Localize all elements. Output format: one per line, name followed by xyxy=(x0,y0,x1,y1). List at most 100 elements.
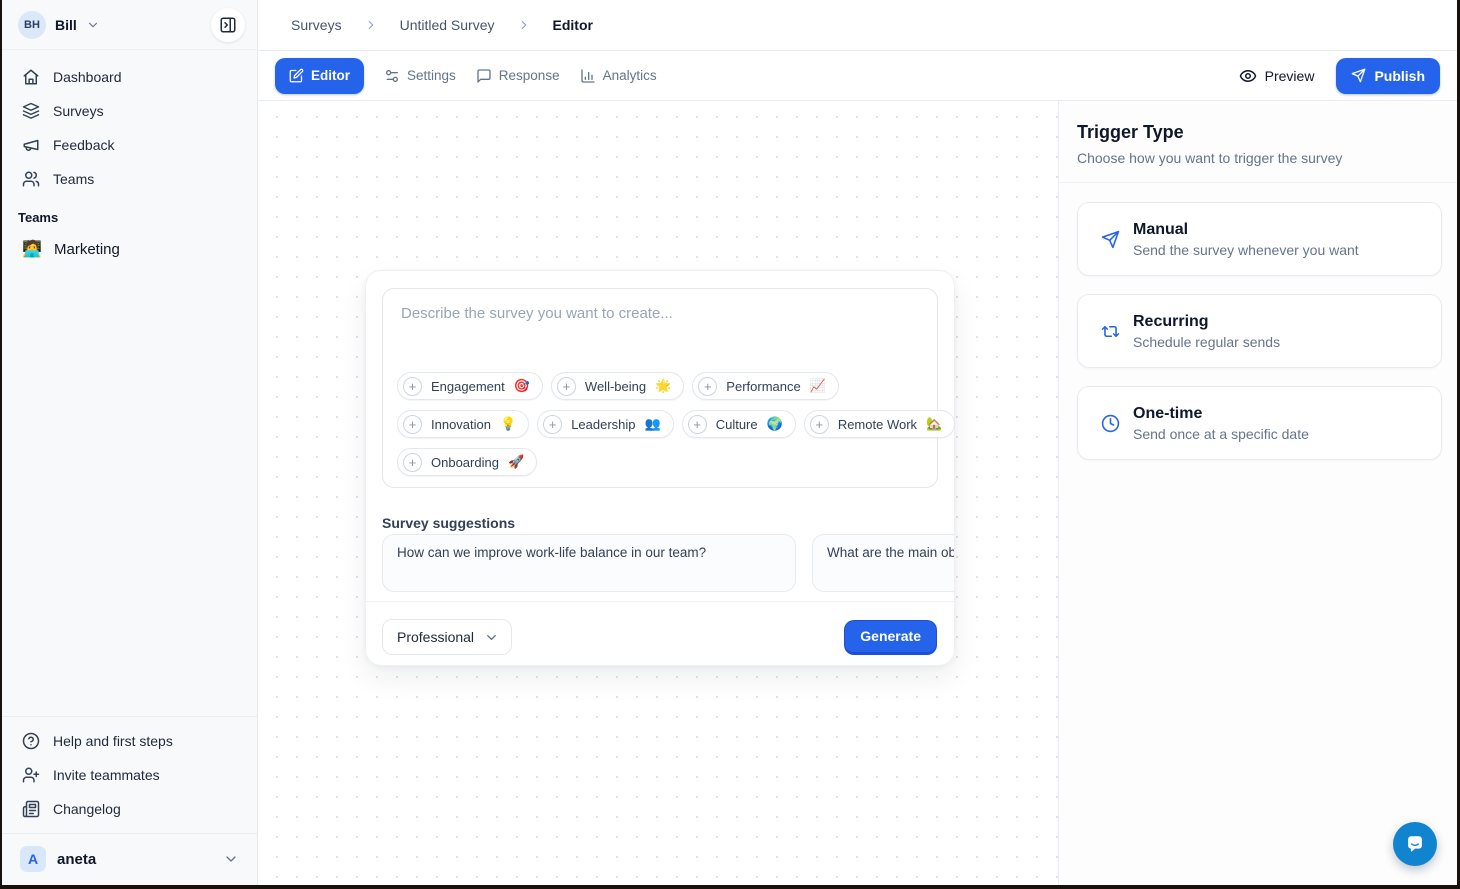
topic-chip-engagement[interactable]: + Engagement 🎯 xyxy=(397,372,543,400)
survey-prompt-input[interactable] xyxy=(383,289,937,369)
suggestions-row: How can we improve work-life balance in … xyxy=(382,534,954,594)
breadcrumb-surveys[interactable]: Surveys xyxy=(291,17,342,33)
sidebar-footer-nav: Help and first steps Invite teammates Ch… xyxy=(2,716,257,833)
chip-label: Performance xyxy=(726,379,800,394)
tab-response[interactable]: Response xyxy=(476,68,560,84)
publish-label: Publish xyxy=(1374,68,1425,84)
option-description: Send the survey whenever you want xyxy=(1133,242,1359,258)
send-icon xyxy=(1101,230,1120,249)
user-plus-icon xyxy=(22,766,40,784)
sidebar-item-changelog[interactable]: Changelog xyxy=(14,792,245,826)
plus-icon: + xyxy=(557,377,576,396)
sidebar-item-dashboard[interactable]: Dashboard xyxy=(14,60,245,94)
option-title: One-time xyxy=(1133,405,1309,423)
home-icon xyxy=(22,68,40,86)
generator-footer: Professional Generate xyxy=(382,619,937,655)
account-menu[interactable]: A aneta xyxy=(14,841,245,877)
sidebar-item-surveys[interactable]: Surveys xyxy=(14,94,245,128)
chevron-right-icon xyxy=(517,18,531,32)
tab-label: Analytics xyxy=(603,68,657,83)
suggestion-card[interactable]: What are the main ob xyxy=(812,534,954,592)
megaphone-icon xyxy=(22,136,40,154)
chip-label: Well-being xyxy=(585,379,646,394)
trigger-option-one-time[interactable]: One-time Send once at a specific date xyxy=(1077,386,1442,460)
topic-chip-onboarding[interactable]: + Onboarding 🚀 xyxy=(397,448,537,476)
sidebar-nav: Dashboard Surveys Feedback Teams xyxy=(2,50,257,196)
trigger-panel-header: Trigger Type Choose how you want to trig… xyxy=(1059,101,1457,183)
topic-chip-wellbeing[interactable]: + Well-being 🌟 xyxy=(551,372,684,400)
bulb-emoji-icon: 💡 xyxy=(500,416,516,432)
repeat-icon xyxy=(1101,322,1120,341)
app-window: BH Bill Dashboard Surveys Feedback xyxy=(2,0,1457,885)
topic-chip-leadership[interactable]: + Leadership 👥 xyxy=(537,410,674,438)
sidebar-item-help[interactable]: Help and first steps xyxy=(14,724,245,758)
workspace-name: Bill xyxy=(55,17,77,33)
preview-button[interactable]: Preview xyxy=(1239,67,1315,85)
edit-icon xyxy=(289,68,304,83)
option-title: Recurring xyxy=(1133,313,1280,331)
plus-icon: + xyxy=(403,415,422,434)
chevron-down-icon xyxy=(86,18,100,32)
account-avatar: A xyxy=(20,846,46,872)
chart-emoji-icon: 📈 xyxy=(810,378,826,394)
plus-icon: + xyxy=(698,377,717,396)
publish-button[interactable]: Publish xyxy=(1336,58,1440,94)
chevron-down-icon xyxy=(484,630,499,645)
tab-settings[interactable]: Settings xyxy=(384,68,456,84)
sidebar-collapse-button[interactable] xyxy=(211,8,245,42)
people-emoji-icon: 👥 xyxy=(645,416,661,432)
users-icon xyxy=(22,170,40,188)
generate-button[interactable]: Generate xyxy=(844,620,937,655)
sidebar-item-feedback[interactable]: Feedback xyxy=(14,128,245,162)
topic-chip-innovation[interactable]: + Innovation 💡 xyxy=(397,410,529,438)
layers-icon xyxy=(22,102,40,120)
plus-icon: + xyxy=(810,415,829,434)
chat-bubble-icon xyxy=(1404,833,1426,855)
chip-label: Leadership xyxy=(571,417,635,432)
panel-title: Trigger Type xyxy=(1077,122,1439,143)
settings-icon xyxy=(384,68,400,84)
chip-label: Culture xyxy=(716,417,758,432)
sidebar-item-label: Teams xyxy=(53,171,94,187)
teams-section-label: Teams xyxy=(2,196,257,231)
message-square-icon xyxy=(476,68,492,84)
trigger-option-recurring[interactable]: Recurring Schedule regular sends xyxy=(1077,294,1442,368)
tabs-bar: Editor Settings Response Analytics Previ… xyxy=(258,51,1457,101)
sidebar-item-label: Invite teammates xyxy=(53,767,160,783)
tone-selected-value: Professional xyxy=(397,629,474,645)
sidebar-item-label: Feedback xyxy=(53,137,114,153)
editor-canvas: + Engagement 🎯 + Well-being 🌟 + Performa… xyxy=(258,101,1058,885)
trigger-type-panel: Trigger Type Choose how you want to trig… xyxy=(1058,101,1457,885)
house-emoji-icon: 🏡 xyxy=(926,416,942,432)
sidebar-item-invite[interactable]: Invite teammates xyxy=(14,758,245,792)
topic-chip-culture[interactable]: + Culture 🌍 xyxy=(682,410,796,438)
tab-label: Response xyxy=(499,68,560,83)
workspace-avatar: BH xyxy=(18,11,46,39)
chip-label: Onboarding xyxy=(431,455,499,470)
workspace-switcher[interactable]: BH Bill xyxy=(18,11,100,39)
breadcrumb-survey-name[interactable]: Untitled Survey xyxy=(400,17,495,33)
tab-editor[interactable]: Editor xyxy=(275,58,364,94)
breadcrumb: Surveys Untitled Survey Editor xyxy=(291,17,593,33)
sidebar-header: BH Bill xyxy=(2,0,257,50)
technologist-emoji-icon: 🧑‍💻 xyxy=(22,239,42,259)
chip-label: Engagement xyxy=(431,379,505,394)
topic-chip-remote-work[interactable]: + Remote Work 🏡 xyxy=(804,410,955,438)
topic-chip-performance[interactable]: + Performance 📈 xyxy=(692,372,839,400)
tabs: Editor Settings Response Analytics xyxy=(275,58,657,94)
prompt-input-card: + Engagement 🎯 + Well-being 🌟 + Performa… xyxy=(382,288,938,488)
trigger-option-manual[interactable]: Manual Send the survey whenever you want xyxy=(1077,202,1442,276)
tone-select[interactable]: Professional xyxy=(382,619,512,655)
sidebar-item-team-marketing[interactable]: 🧑‍💻 Marketing xyxy=(14,231,245,267)
preview-label: Preview xyxy=(1265,68,1315,84)
suggestion-card[interactable]: How can we improve work-life balance in … xyxy=(382,534,796,592)
chat-widget-button[interactable] xyxy=(1393,822,1437,866)
tab-label: Editor xyxy=(311,68,350,83)
breadcrumb-current: Editor xyxy=(553,17,593,33)
sidebar-item-label: Help and first steps xyxy=(53,733,173,749)
bar-chart-icon xyxy=(580,68,596,84)
rocket-emoji-icon: 🚀 xyxy=(508,454,524,470)
account-name: aneta xyxy=(57,851,96,868)
sidebar-item-teams[interactable]: Teams xyxy=(14,162,245,196)
tab-analytics[interactable]: Analytics xyxy=(580,68,657,84)
